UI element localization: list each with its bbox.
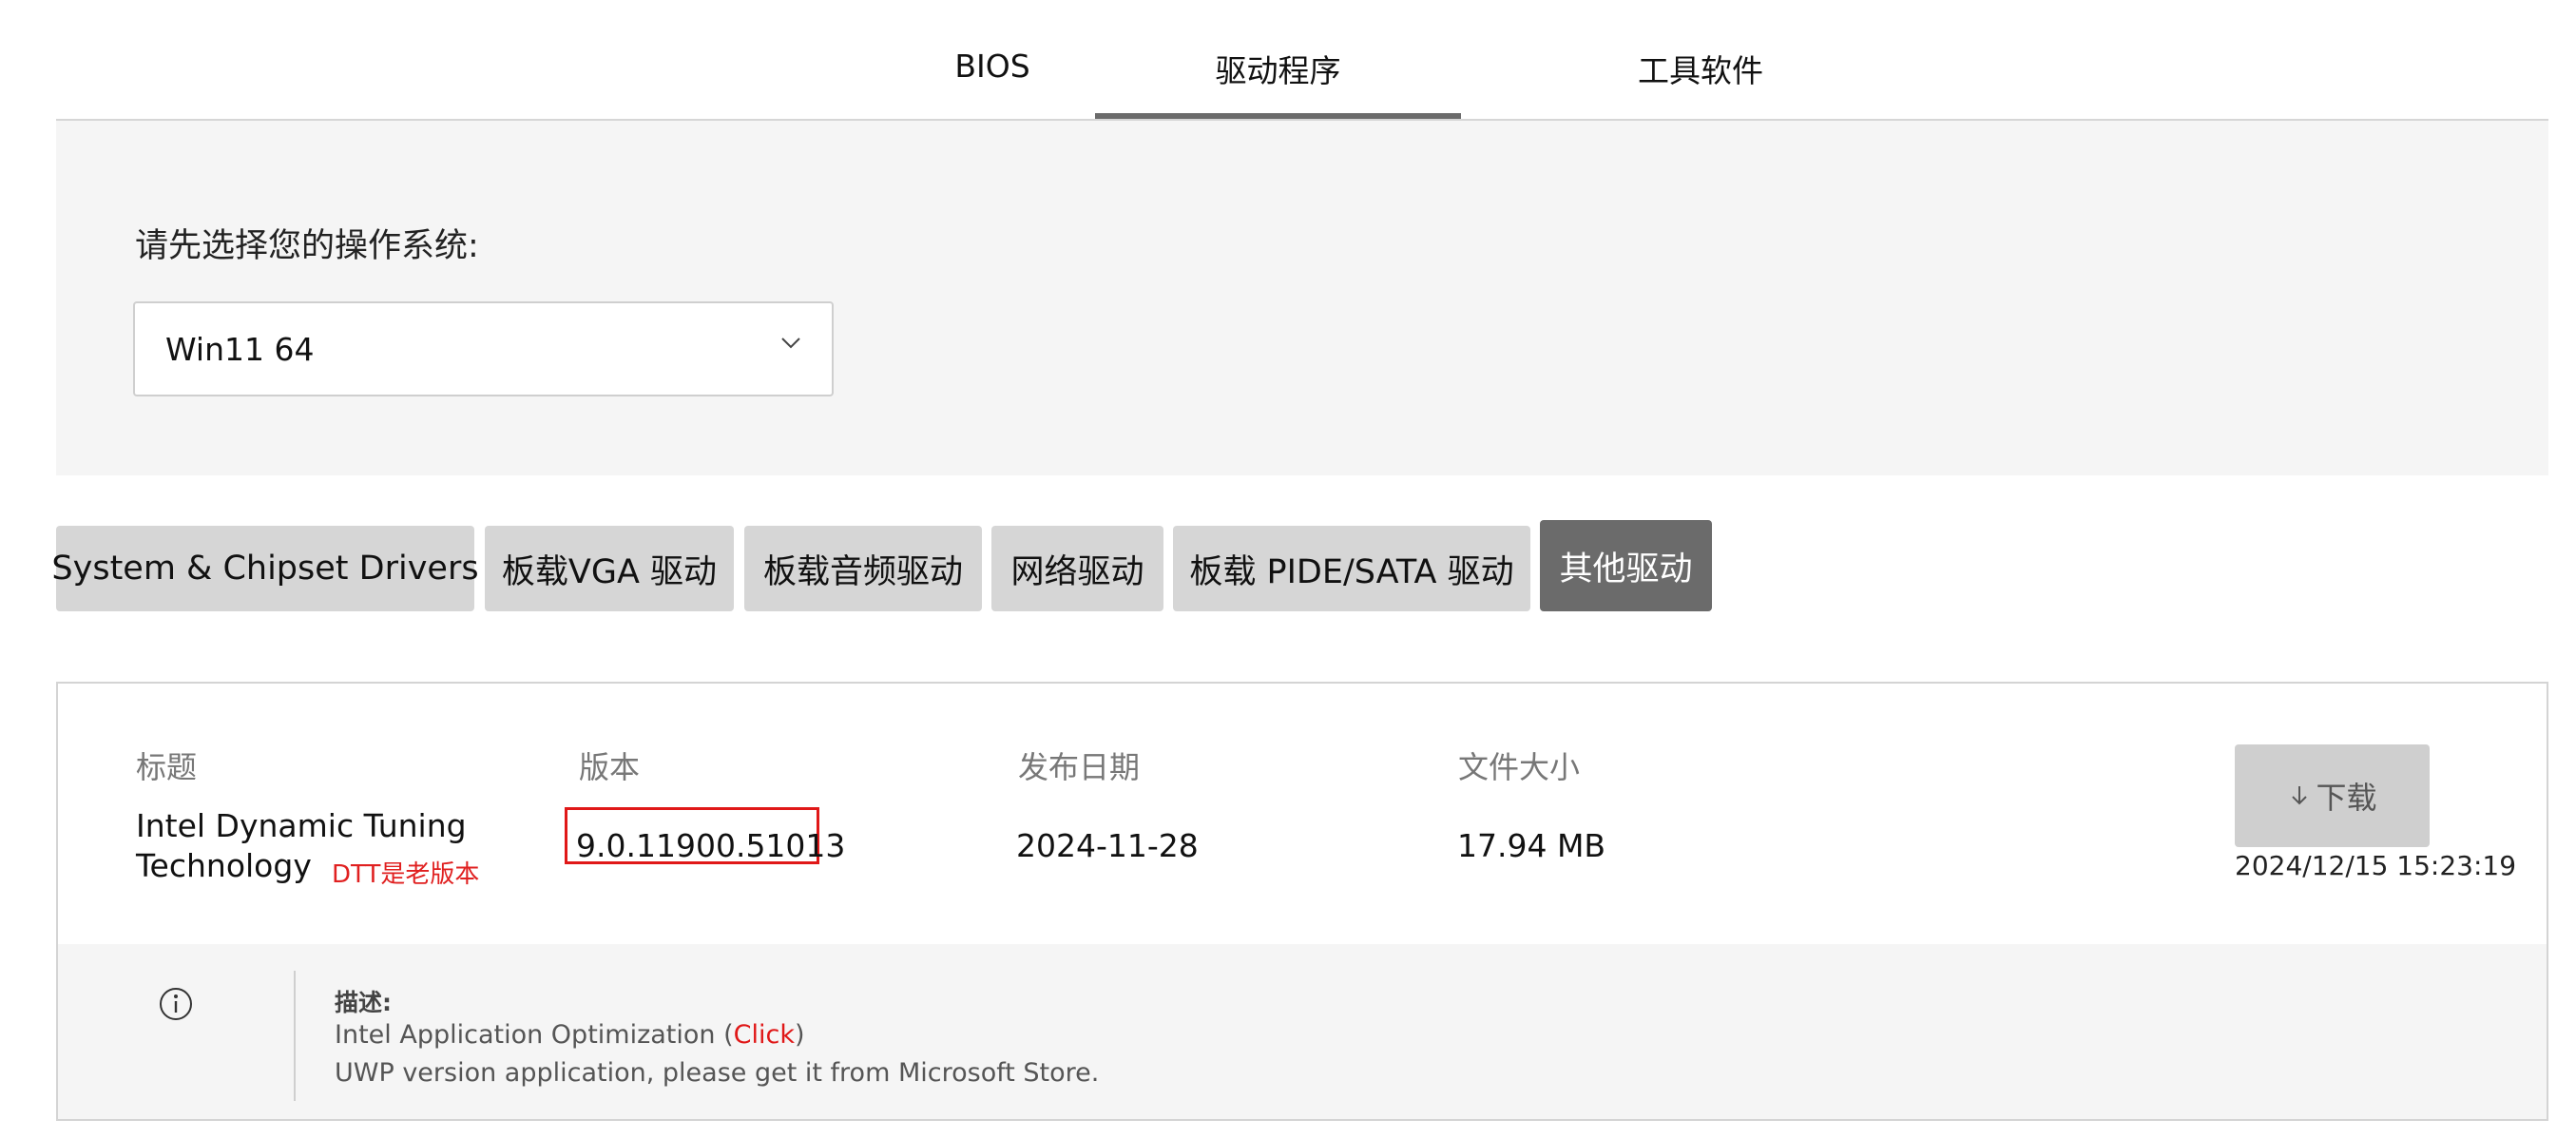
driver-title-line2: Technology <box>136 847 312 884</box>
download-arrow-icon <box>2292 786 2308 805</box>
header-version: 版本 <box>579 749 641 785</box>
driver-title-line1: Intel Dynamic Tuning <box>136 807 467 844</box>
download-button[interactable]: 下载 <box>2235 744 2430 847</box>
category-network[interactable]: 网络驱动 <box>991 526 1163 611</box>
os-selection-panel: 请先选择您的操作系统: Win11 64 <box>56 121 2548 475</box>
os-select-value: Win11 64 <box>165 331 315 368</box>
driver-version: 9.0.11900.51013 <box>576 827 846 864</box>
header-size: 文件大小 <box>1458 749 1581 785</box>
tab-bios[interactable]: BIOS <box>897 48 1087 85</box>
info-icon <box>160 988 192 1020</box>
os-select-dropdown[interactable]: Win11 64 <box>133 301 834 396</box>
annotation-note: DTT是老版本 <box>332 860 480 889</box>
description-line-1-suffix: ) <box>794 1020 805 1050</box>
description-divider <box>294 971 296 1101</box>
category-other[interactable]: 其他驱动 <box>1540 520 1712 611</box>
driver-file-size: 17.94 MB <box>1457 827 1606 864</box>
header-date: 发布日期 <box>1018 749 1141 785</box>
category-system-chipset[interactable]: System & Chipset Drivers <box>51 526 479 611</box>
category-pide-sata[interactable]: 板载 PIDE/SATA 驱动 <box>1173 526 1530 611</box>
tab-tools[interactable]: 工具软件 <box>1510 46 1891 91</box>
description-line-1-prefix: Intel Application Optimization ( <box>335 1020 734 1050</box>
chevron-down-icon <box>781 338 800 349</box>
category-vga[interactable]: 板载VGA 驱动 <box>485 526 734 611</box>
description-line-1: Intel Application Optimization (Click) <box>335 1020 805 1050</box>
driver-card: 标题 版本 发布日期 文件大小 Intel Dynamic Tuning Tec… <box>56 682 2548 1121</box>
driver-release-date: 2024-11-28 <box>1016 827 1199 864</box>
top-tab-bar: BIOS 驱动程序 工具软件 <box>56 0 2548 121</box>
category-audio[interactable]: 板载音频驱动 <box>744 526 982 611</box>
tab-drivers[interactable]: 驱动程序 <box>1095 46 1461 119</box>
header-title: 标题 <box>136 749 198 785</box>
description-label: 描述: <box>335 989 392 1016</box>
description-line-2: UWP version application, please get it f… <box>335 1058 1100 1088</box>
download-label: 下载 <box>2316 780 2377 816</box>
os-select-label: 请先选择您的操作系统: <box>135 227 479 265</box>
download-timestamp: 2024/12/15 15:23:19 <box>2235 850 2517 881</box>
description-area: 描述: Intel Application Optimization (Clic… <box>58 944 2547 1119</box>
description-click-link[interactable]: Click <box>734 1020 795 1050</box>
